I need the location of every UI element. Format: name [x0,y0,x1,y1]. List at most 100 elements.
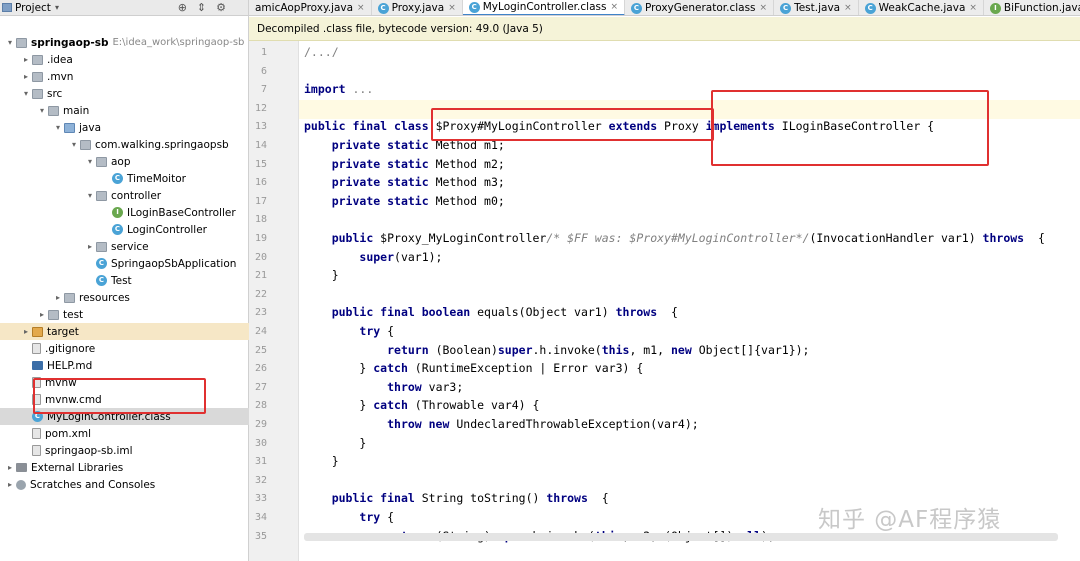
code-line[interactable]: } catch (Throwable var4) { [304,398,539,412]
editor-tab[interactable]: amicAopProxy.java × [249,0,372,15]
code-line[interactable]: public $Proxy_MyLoginController/* $FF wa… [304,231,1045,245]
line-number: 22 [254,288,267,300]
project-panel-header[interactable]: Project ▾ ⊕ ⇕ ⚙ [0,0,248,16]
close-icon[interactable]: × [760,3,768,13]
locate-icon[interactable]: ⊕ [178,0,187,16]
code-line[interactable]: public final boolean equals(Object var1)… [304,305,678,319]
code-line[interactable]: super(var1); [304,250,442,264]
tree-item[interactable]: C LoginController [0,221,249,238]
tree-item[interactable]: ▸ test [0,306,249,323]
tree-item[interactable]: ▸ .mvn [0,68,249,85]
code-keyword: throw [387,379,429,394]
tree-item[interactable]: ▸ Scratches and Consoles [0,476,249,493]
chevron-down-icon[interactable]: ▾ [36,106,48,115]
line-number: 35 [254,530,267,542]
chevron-right-icon[interactable]: ▸ [4,463,16,472]
code-line[interactable]: } [304,436,366,450]
close-icon[interactable]: × [357,3,365,13]
code-line[interactable]: private static Method m3; [304,175,505,189]
tree-item[interactable]: ▸ .idea [0,51,249,68]
chevron-down-icon[interactable]: ▾ [55,3,59,12]
class-icon: C [864,2,876,14]
code-keyword: try [359,510,388,524]
code-line[interactable]: private static Method m0; [304,194,505,208]
tree-item[interactable]: C TimeMoitor [0,170,249,187]
close-icon[interactable]: × [448,3,456,13]
line-number: 16 [254,177,267,189]
tree-item[interactable]: C Test [0,272,249,289]
tree-item[interactable]: ▾ controller [0,187,249,204]
line-number: 26 [254,363,267,375]
editor-tab[interactable]: C WeakCache.java × [859,0,984,15]
tree-item[interactable]: ▾ springaop-sb E:\idea_work\springaop-sb [0,34,249,51]
chevron-right-icon[interactable]: ▸ [20,327,32,336]
line-number: 17 [254,195,267,207]
tree-item[interactable]: springaop-sb.iml [0,442,249,459]
tree-item-label: SpringaopSbApplication [111,257,237,270]
editor-tab[interactable]: C ProxyGenerator.class × [625,0,775,15]
folder-icon [48,309,59,320]
tree-item[interactable]: ▸ target [0,323,249,340]
tree-item[interactable]: ▾ src [0,85,249,102]
chevron-down-icon[interactable]: ▾ [68,140,80,149]
chevron-down-icon[interactable]: ▾ [52,123,64,132]
code-line[interactable]: try { [304,324,394,338]
highlight-box-class-file [33,378,206,414]
gear-icon[interactable]: ⚙ [216,0,226,16]
tree-item[interactable]: .gitignore [0,340,249,357]
chevron-right-icon[interactable]: ▸ [52,293,64,302]
tree-item[interactable]: C SpringaopSbApplication [0,255,249,272]
chevron-down-icon[interactable]: ▾ [4,38,16,47]
collapse-icon[interactable]: ⇕ [197,0,206,16]
chevron-down-icon[interactable]: ▾ [84,191,96,200]
code-keyword: try [359,324,388,338]
code-line[interactable]: /.../ [304,45,339,59]
code-line[interactable]: public final String toString() throws { [304,491,609,505]
folder-icon [32,54,43,65]
horizontal-scrollbar[interactable] [304,533,1058,541]
tree-item[interactable]: ▸ External Libraries [0,459,249,476]
editor-tab[interactable]: IBiFunction.java× [984,0,1080,15]
code-token: { [387,324,395,338]
code-token: (var1); [394,249,443,264]
chevron-right-icon[interactable]: ▸ [20,72,32,81]
close-icon[interactable]: × [969,3,977,13]
chevron-right-icon[interactable]: ▸ [36,310,48,319]
chevron-down-icon[interactable]: ▾ [84,157,96,166]
code-line[interactable]: } [304,454,339,468]
editor-tab-label: ProxyGenerator.class [645,2,756,14]
tree-item[interactable]: HELP.md [0,357,249,374]
editor-tab[interactable]: C Test.java × [774,0,859,15]
tree-item[interactable]: ▸ resources [0,289,249,306]
chevron-right-icon[interactable]: ▸ [84,242,96,251]
code-line[interactable]: import ... [304,82,373,96]
code-line[interactable]: } [304,268,339,282]
tree-item[interactable]: ▾ aop [0,153,249,170]
code-line[interactable]: throw var3; [304,380,463,394]
tree-item[interactable]: ▾ com.walking.springaopsb [0,136,249,153]
code-line[interactable]: throw new UndeclaredThrowableException(v… [304,417,699,431]
code-keyword: catch [373,398,415,413]
code-line[interactable]: private static Method m2; [304,157,505,171]
editor-tab[interactable]: C Proxy.java × [372,0,463,15]
code-line[interactable]: try { [304,510,394,524]
close-icon[interactable]: × [610,2,618,12]
code-keyword: return [387,342,436,357]
tree-item[interactable]: pom.xml [0,425,249,442]
chevron-right-icon[interactable]: ▸ [4,480,16,489]
tree-item[interactable]: ▸ service [0,238,249,255]
chevron-right-icon[interactable]: ▸ [20,55,32,64]
close-icon[interactable]: × [844,3,852,13]
code-line[interactable]: } catch (RuntimeException | Error var3) … [304,361,643,375]
orange-folder-icon [32,326,43,337]
project-icon [2,3,12,12]
chevron-down-icon[interactable]: ▾ [20,89,32,98]
tree-item[interactable]: I ILoginBaseController [0,204,249,221]
tree-item[interactable]: ▾ main [0,102,249,119]
tree-item-label: External Libraries [31,461,124,474]
tree-item[interactable]: ▾ java [0,119,249,136]
editor-tab[interactable]: C MyLoginController.class × [462,0,625,15]
code-line[interactable]: return (Boolean)super.h.invoke(this, m1,… [304,343,809,357]
